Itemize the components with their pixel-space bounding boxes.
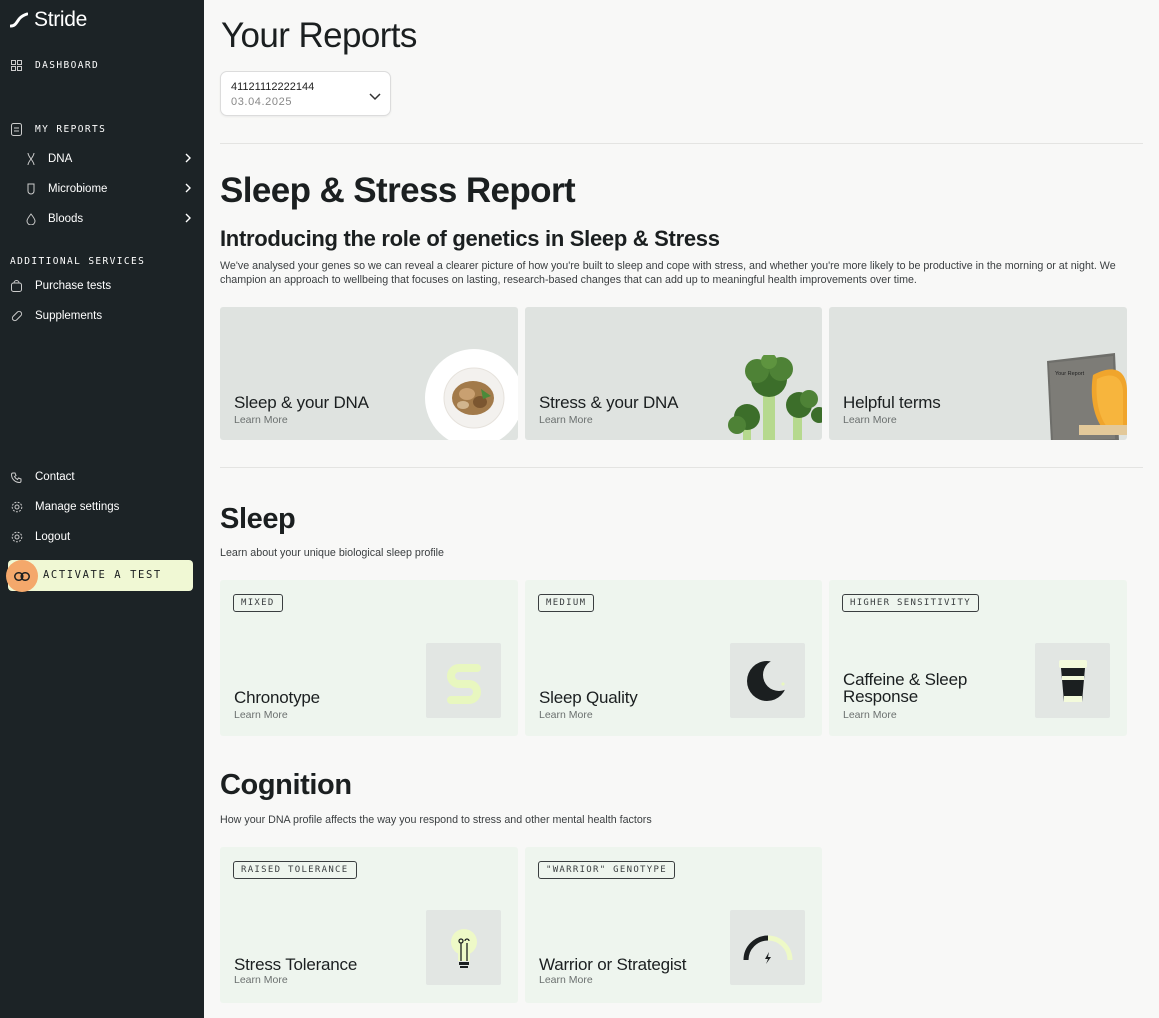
status-badge: RAISED TOLERANCE [233, 861, 357, 879]
sidebar-item-label: Supplements [35, 310, 103, 322]
learn-more-link[interactable]: Learn More [843, 709, 897, 721]
learn-more-link[interactable]: Learn More [539, 414, 593, 426]
sidebar-item-microbiome[interactable]: Microbiome [24, 179, 192, 199]
sidebar-item-label: Purchase tests [35, 280, 112, 292]
sidebar-item-supplements[interactable]: Supplements [10, 306, 102, 326]
status-badge: MIXED [233, 594, 283, 612]
learn-more-link[interactable]: Learn More [843, 414, 897, 426]
card-title: Chronotype [234, 688, 320, 707]
sidebar-item-label: MY REPORTS [35, 123, 107, 135]
card-title: Warrior or Strategist [539, 955, 687, 974]
card-title-line: Response [843, 687, 918, 706]
learn-more-link[interactable]: Learn More [234, 709, 288, 721]
card-title: Stress Tolerance [234, 955, 358, 974]
sidebar-item-bloods[interactable]: Bloods [24, 209, 192, 229]
sidebar-item-dna[interactable]: DNA [24, 149, 192, 169]
cognition-subtitle: How your DNA profile affects the way you… [220, 814, 652, 826]
sidebar-item-label: Manage settings [35, 501, 120, 513]
divider [220, 143, 1143, 144]
stride-logo-icon [10, 12, 28, 28]
learn-more-link[interactable]: Learn More [539, 709, 593, 721]
dna-icon [24, 153, 37, 166]
chevron-down-icon [369, 88, 381, 106]
sleep-card-caffeine[interactable]: HIGHER SENSITIVITY Caffeine & Sleep Respo… [829, 580, 1127, 736]
divider [220, 467, 1143, 468]
sleep-heading: Sleep [220, 503, 296, 535]
activate-test-button[interactable]: ACTIVATE A TEST [6, 560, 193, 592]
moon-icon [730, 643, 805, 718]
sidebar-item-label: Logout [35, 531, 71, 543]
sidebar-item-my-reports[interactable]: MY REPORTS [10, 119, 106, 139]
chevron-right-icon [185, 213, 192, 226]
sidebar-item-logout[interactable]: Logout [10, 527, 70, 547]
food-bowl-image [425, 349, 518, 440]
report-icon [10, 122, 23, 136]
sleep-card-chronotype[interactable]: MIXED Chronotype Learn More [220, 580, 518, 736]
learn-more-link[interactable]: Learn More [234, 974, 288, 986]
intro-text: We've analysed your genes so we can reve… [220, 260, 1116, 286]
cognition-heading: Cognition [220, 769, 352, 801]
main-content: Your Reports 41121112222144 03.04.2025 S… [204, 0, 1159, 1018]
pill-icon [10, 310, 23, 323]
gear-icon [10, 501, 23, 514]
card-title: Stress & your DNA [539, 393, 679, 412]
chevron-right-icon [185, 183, 192, 196]
sidebar: Stride DASHBOARD MY REPORTS DNA Microbio… [0, 0, 204, 1018]
phone-icon [10, 471, 23, 484]
sidebar-item-dashboard[interactable]: DASHBOARD [10, 55, 99, 75]
drop-icon [24, 213, 37, 226]
intro-heading: Introducing the role of genetics in Slee… [220, 226, 720, 251]
activate-test-label: ACTIVATE A TEST [43, 569, 162, 581]
info-card-sleep-dna[interactable]: Sleep & your DNA Learn More [220, 307, 518, 440]
card-title: Sleep & your DNA [234, 393, 369, 412]
sidebar-item-contact[interactable]: Contact [10, 467, 75, 487]
info-card-stress-dna[interactable]: Stress & your DNA Learn More [525, 307, 822, 440]
bag-icon [10, 280, 23, 293]
sidebar-item-label: Contact [35, 471, 75, 483]
report-select[interactable]: 41121112222144 03.04.2025 [220, 71, 391, 116]
sidebar-item-label: Microbiome [48, 183, 108, 195]
report-title: Sleep & Stress Report [220, 171, 576, 210]
status-badge: MEDIUM [538, 594, 595, 612]
sidebar-item-label: DNA [48, 153, 73, 165]
learn-more-link[interactable]: Learn More [539, 974, 593, 986]
sidebar-item-purchase-tests[interactable]: Purchase tests [10, 276, 111, 296]
link-icon [6, 560, 38, 592]
cognition-card-warrior[interactable]: "WARRIOR" GENOTYPE Warrior or Strategist… [525, 847, 822, 1003]
chevron-right-icon [185, 153, 192, 166]
report-date: 03.04.2025 [231, 96, 293, 108]
lightbulb-icon [426, 910, 501, 985]
report-book-image: Your Report [1045, 353, 1127, 440]
card-title: Helpful terms [843, 393, 941, 412]
card-title: Sleep Quality [539, 688, 638, 707]
sleep-card-sleep-quality[interactable]: MEDIUM Sleep Quality Learn More [525, 580, 822, 736]
report-book-label: Your Report [1055, 371, 1085, 377]
page-title: Your Reports [221, 16, 417, 55]
broccoli-image [728, 355, 822, 440]
brand-name: Stride [34, 8, 88, 31]
additional-services-heading: ADDITIONAL SERVICES [10, 256, 146, 267]
info-card-helpful-terms[interactable]: Your Report Helpful terms Learn More [829, 307, 1127, 440]
logout-icon [10, 531, 23, 544]
learn-more-link[interactable]: Learn More [234, 414, 288, 426]
card-title: Caffeine & Sleep Response [843, 671, 967, 705]
sleep-subtitle: Learn about your unique biological sleep… [220, 547, 444, 559]
chronotype-icon [426, 643, 501, 718]
microbiome-icon [24, 183, 37, 196]
sidebar-item-label: Bloods [48, 213, 84, 225]
sidebar-item-manage-settings[interactable]: Manage settings [10, 497, 119, 517]
brand-logo[interactable]: Stride [10, 8, 87, 32]
sidebar-item-label: DASHBOARD [35, 59, 100, 71]
status-badge: "WARRIOR" GENOTYPE [538, 861, 675, 879]
gauge-icon [730, 910, 805, 985]
cognition-card-stress-tolerance[interactable]: RAISED TOLERANCE Stress Tolerance Learn … [220, 847, 518, 1003]
report-id: 41121112222144 [231, 81, 315, 93]
grid-icon [10, 59, 23, 72]
coffee-cup-icon [1035, 643, 1110, 718]
status-badge: HIGHER SENSITIVITY [842, 594, 979, 612]
